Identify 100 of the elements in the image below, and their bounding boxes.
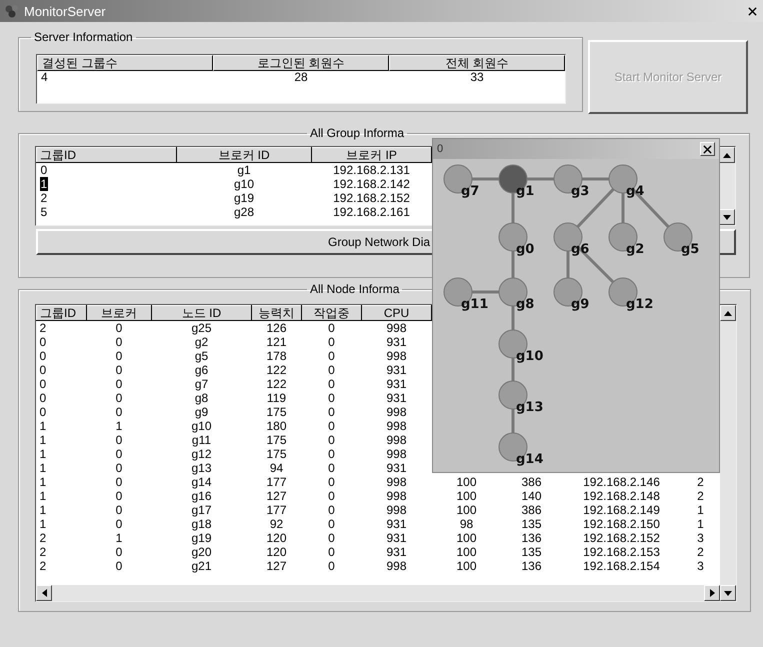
scrollbar[interactable]: [719, 147, 735, 225]
table-cell: g19: [191, 531, 212, 545]
scrollbar[interactable]: [720, 305, 736, 601]
table-cell: 192.168.2.146: [583, 475, 660, 489]
table-cell: 127: [266, 559, 287, 573]
table-cell: 1: [40, 489, 46, 503]
table-cell: 0: [116, 321, 122, 335]
down-arrow-icon: [723, 214, 731, 220]
table-cell: 3: [697, 531, 704, 545]
graph-edge: [512, 193, 514, 223]
scroll-up-button[interactable]: [720, 305, 736, 321]
scrollbar[interactable]: [36, 585, 720, 601]
table-cell: 0: [328, 377, 335, 391]
table-cell: 1: [40, 419, 46, 433]
window-title: MonitorServer: [24, 4, 106, 18]
scroll-right-button[interactable]: [704, 585, 720, 601]
table-cell: 92: [270, 517, 284, 531]
table-cell: 998: [386, 559, 407, 573]
table-cell: 0: [328, 531, 335, 545]
table-cell: 998: [386, 321, 407, 335]
table-cell: 931: [386, 531, 407, 545]
table-cell: g10: [191, 419, 212, 433]
node-label: g1: [516, 184, 534, 199]
table-cell: 120: [266, 531, 287, 545]
column-header[interactable]: 결성된 그룹수: [37, 55, 213, 71]
table-cell: 2: [40, 321, 46, 335]
table-cell: 136: [521, 531, 542, 545]
table-cell: 0: [116, 489, 122, 503]
table-cell: 0: [328, 433, 335, 447]
table-cell: g10: [234, 177, 254, 191]
table-cell: 0: [116, 405, 122, 419]
node-label: g0: [516, 242, 534, 257]
table-cell: 0: [328, 489, 335, 503]
table-cell: 2: [697, 489, 704, 503]
table-cell: 1: [40, 447, 46, 461]
table-cell[interactable]: 2: [40, 191, 48, 205]
table-cell: 0: [116, 503, 122, 517]
table-cell: 386: [521, 475, 542, 489]
close-button[interactable]: [700, 142, 715, 156]
table-cell[interactable]: 1: [40, 177, 48, 191]
column-header[interactable]: 그룹ID: [36, 148, 176, 162]
table-cell: g5: [194, 349, 208, 363]
column-header[interactable]: 능력치: [252, 306, 302, 320]
table-cell[interactable]: 5: [40, 205, 48, 219]
column-header[interactable]: 작업중: [302, 306, 362, 320]
column-header[interactable]: 브로커 ID: [176, 148, 312, 162]
node-label: g6: [571, 242, 590, 257]
table-cell: g2: [194, 335, 208, 349]
table-cell: 931: [386, 517, 407, 531]
table-cell: 0: [116, 475, 122, 489]
column-header[interactable]: 브로커: [86, 306, 152, 320]
column-header[interactable]: 전체 회원수: [389, 55, 565, 71]
table-cell: 0: [328, 545, 335, 559]
column-header[interactable]: 로그인된 회원수: [213, 55, 389, 71]
scroll-down-button[interactable]: [720, 585, 736, 601]
table-cell: 177: [266, 475, 287, 489]
table-cell: 98: [460, 517, 474, 531]
table-cell: 1: [116, 419, 122, 433]
table-cell: 0: [116, 517, 122, 531]
column-header[interactable]: CPU: [362, 306, 432, 320]
column-header[interactable]: 노드 ID: [152, 306, 252, 320]
table-cell: 1: [697, 503, 704, 517]
window-title: 0: [437, 143, 444, 155]
node-label: g8: [516, 297, 534, 312]
table-cell: 94: [270, 461, 284, 475]
table-cell: 0: [116, 447, 122, 461]
table-cell: 0: [328, 391, 335, 405]
table-cell: 998: [386, 475, 407, 489]
scroll-up-button[interactable]: [719, 147, 735, 163]
up-arrow-icon: [724, 310, 732, 316]
table-cell: 192.168.2.131: [333, 163, 410, 177]
table-cell: 192.168.2.161: [333, 205, 410, 219]
table-cell: 119: [266, 391, 286, 405]
table-cell: 2: [40, 559, 46, 573]
table-cell: 998: [386, 447, 407, 461]
down-arrow-icon: [724, 590, 732, 596]
table-cell: 2: [40, 545, 46, 559]
scroll-left-button[interactable]: [36, 585, 52, 601]
node-label: g2: [626, 242, 644, 257]
table-cell: 192.168.2.154: [583, 559, 660, 573]
table-cell: g19: [234, 191, 254, 205]
table-cell: 931: [386, 335, 407, 349]
table-cell-text: 33: [469, 71, 485, 84]
table-cell: 175: [266, 405, 287, 419]
table-cell: 100: [456, 545, 477, 559]
table-cell[interactable]: 0: [40, 163, 48, 177]
table-cell: 192.168.2.148: [583, 489, 660, 503]
table-cell: g12: [191, 447, 212, 461]
table-cell: 3: [697, 559, 704, 573]
scroll-down-button[interactable]: [719, 209, 735, 225]
table-cell: 998: [386, 503, 407, 517]
table-cell: 100: [456, 531, 477, 545]
table-cell: 1: [697, 517, 704, 531]
table-cell: g25: [191, 321, 212, 335]
table-cell: 1: [40, 475, 46, 489]
column-header[interactable]: 브로커 IP: [312, 148, 432, 162]
table-cell: 122: [266, 363, 287, 377]
table-cell: 0: [328, 503, 335, 517]
graph-edge: [512, 251, 514, 278]
column-header[interactable]: 그룹ID: [36, 306, 86, 320]
